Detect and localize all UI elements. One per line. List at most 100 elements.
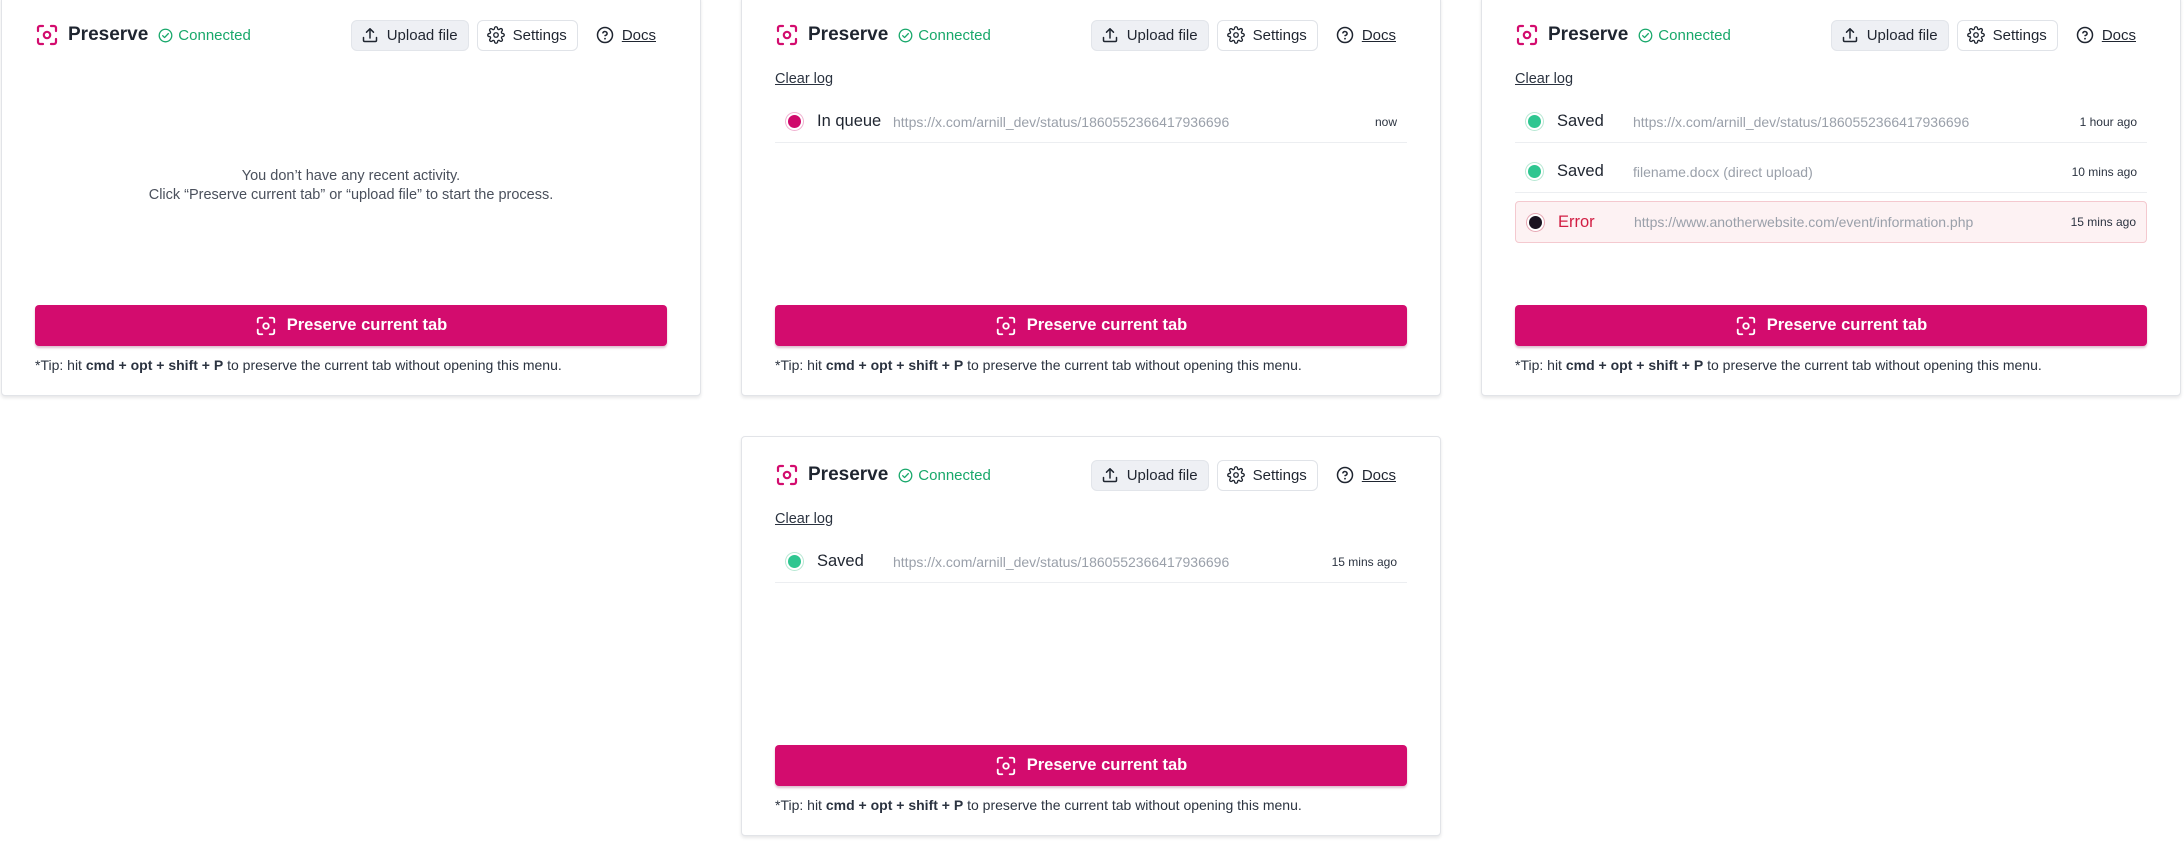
brand-name: Preserve (808, 464, 889, 485)
clear-log-link[interactable]: Clear log (775, 71, 833, 87)
gear-icon (486, 26, 505, 44)
tip-key-p: P (1693, 357, 1704, 373)
empty-state-line-1: You don’t have any recent activity. (241, 168, 461, 184)
tip-suffix: to preserve the current tab without open… (223, 357, 562, 373)
upload-file-label: Upload file (386, 26, 458, 44)
log-row-status: Saved (1557, 162, 1604, 180)
tip-key-cmd: cmd (85, 357, 115, 373)
log-row[interactable]: Saved https://x.com/arnill_dev/status/18… (775, 541, 1407, 583)
tip-key-shift: shift (908, 357, 938, 373)
canvas: Preserve Connected Upload file Settings (0, 0, 2184, 844)
log-row[interactable]: Saved https://x.com/arnill_dev/status/18… (1515, 101, 2147, 143)
settings-label: Settings (1252, 466, 1307, 484)
preserve-current-tab-button[interactable]: Preserve current tab (1515, 305, 2147, 346)
settings-label: Settings (512, 26, 567, 44)
log-row[interactable]: In queue https://x.com/arnill_dev/status… (775, 101, 1407, 143)
log-row-url: filename.docx (direct upload) (1633, 163, 1813, 180)
tip-key-shift: shift (168, 357, 198, 373)
log-row-status: Saved (817, 552, 864, 570)
gear-icon (1226, 466, 1245, 484)
docs-label: Docs (1361, 466, 1396, 484)
tip-prefix: *Tip: hit (1515, 357, 1566, 373)
brand-name: Preserve (808, 24, 889, 45)
preserve-logo-icon (776, 24, 798, 46)
check-circle-icon (158, 28, 173, 42)
tip-prefix: *Tip: hit (775, 797, 826, 813)
tip-key-opt: opt (1610, 357, 1633, 373)
docs-button[interactable]: Docs (586, 20, 667, 51)
popup-panel-empty: Preserve Connected Upload file Settings (1, 0, 701, 396)
tip-key-cmd: cmd (1565, 357, 1595, 373)
log-row-url: https://x.com/arnill_dev/status/18605523… (893, 553, 1230, 570)
connection-status-label: Connected (1658, 26, 1731, 44)
activity-log: Saved https://x.com/arnill_dev/status/18… (1515, 101, 2147, 251)
preserve-current-tab-label: Preserve current tab (1766, 316, 1928, 334)
shortcut-tip: *Tip: hit cmd + opt + shift + P to prese… (1515, 357, 2160, 373)
preserve-current-tab-button[interactable]: Preserve current tab (775, 745, 1407, 786)
check-circle-icon (1638, 28, 1653, 42)
settings-button[interactable]: Settings (1956, 19, 2058, 51)
activity-log: Saved https://x.com/arnill_dev/status/18… (775, 541, 1407, 591)
clear-log-link[interactable]: Clear log (775, 511, 833, 527)
preserve-icon (1736, 316, 1755, 335)
log-row-time: 10 mins ago (2071, 164, 2137, 179)
status-dot-queue (786, 113, 803, 130)
log-row-time: 1 hour ago (2079, 114, 2137, 129)
brand: Preserve Connected (35, 23, 251, 47)
clear-log-link[interactable]: Clear log (1515, 71, 1573, 87)
tip-sep-3: + (937, 797, 954, 813)
check-circle-icon (898, 468, 913, 482)
upload-file-button[interactable]: Upload file (1090, 459, 1209, 491)
settings-label: Settings (1992, 26, 2047, 44)
docs-button[interactable]: Docs (1326, 20, 1407, 51)
header-actions: Upload file Settings Docs (1090, 19, 1407, 51)
log-row-status: Error (1558, 212, 1595, 231)
tip-sep-3: + (937, 357, 954, 373)
docs-button[interactable]: Docs (2066, 20, 2147, 51)
tip-suffix: to preserve the current tab without open… (963, 357, 1302, 373)
tip-key-opt: opt (870, 357, 893, 373)
settings-button[interactable]: Settings (1216, 459, 1318, 491)
header-actions: Upload file Settings Docs (350, 19, 667, 51)
docs-label: Docs (1361, 26, 1396, 44)
connection-status-label: Connected (918, 26, 991, 44)
gear-icon (1226, 26, 1245, 44)
preserve-current-tab-button[interactable]: Preserve current tab (775, 305, 1407, 346)
tip-key-p: P (953, 357, 964, 373)
tip-key-p: P (953, 797, 964, 813)
upload-file-label: Upload file (1126, 26, 1198, 44)
tip-suffix: to preserve the current tab without open… (1703, 357, 2042, 373)
upload-file-label: Upload file (1866, 26, 1938, 44)
docs-label: Docs (2101, 26, 2136, 44)
check-circle-icon (898, 28, 913, 42)
status-dot-error (1527, 213, 1544, 231)
preserve-current-tab-button[interactable]: Preserve current tab (35, 305, 667, 346)
shortcut-tip: *Tip: hit cmd + opt + shift + P to prese… (775, 357, 1420, 373)
log-row-error[interactable]: Error https://www.anotherwebsite.com/eve… (1515, 201, 2147, 243)
panel-header: Preserve Connected Upload file Settings (775, 17, 1407, 53)
upload-icon (1842, 28, 1857, 43)
connection-status: Connected (898, 467, 991, 484)
preserve-icon (996, 316, 1015, 335)
brand: Preserve Connected (775, 463, 991, 487)
upload-file-button[interactable]: Upload file (1090, 19, 1209, 51)
brand-name: Preserve (1548, 24, 1629, 45)
upload-icon (1102, 468, 1117, 483)
settings-button[interactable]: Settings (476, 19, 578, 51)
docs-button[interactable]: Docs (1326, 460, 1407, 491)
upload-file-button[interactable]: Upload file (1830, 19, 1949, 51)
tip-sep-3: + (197, 357, 214, 373)
upload-file-button[interactable]: Upload file (350, 19, 469, 51)
panel-header: Preserve Connected Upload file Settings (35, 17, 667, 53)
shortcut-tip: *Tip: hit cmd + opt + shift + P to prese… (775, 797, 1420, 813)
popup-panel-queue: Preserve Connected Upload file Settings (741, 0, 1441, 396)
connection-status: Connected (158, 27, 251, 44)
tip-key-opt: opt (870, 797, 893, 813)
preserve-logo-icon (36, 24, 58, 46)
status-dot-saved (786, 553, 803, 570)
settings-button[interactable]: Settings (1216, 19, 1318, 51)
preserve-logo-icon (1516, 24, 1538, 46)
log-row[interactable]: Saved filename.docx (direct upload) 10 m… (1515, 151, 2147, 193)
tip-sep-1: + (854, 357, 871, 373)
help-circle-icon (596, 26, 614, 44)
